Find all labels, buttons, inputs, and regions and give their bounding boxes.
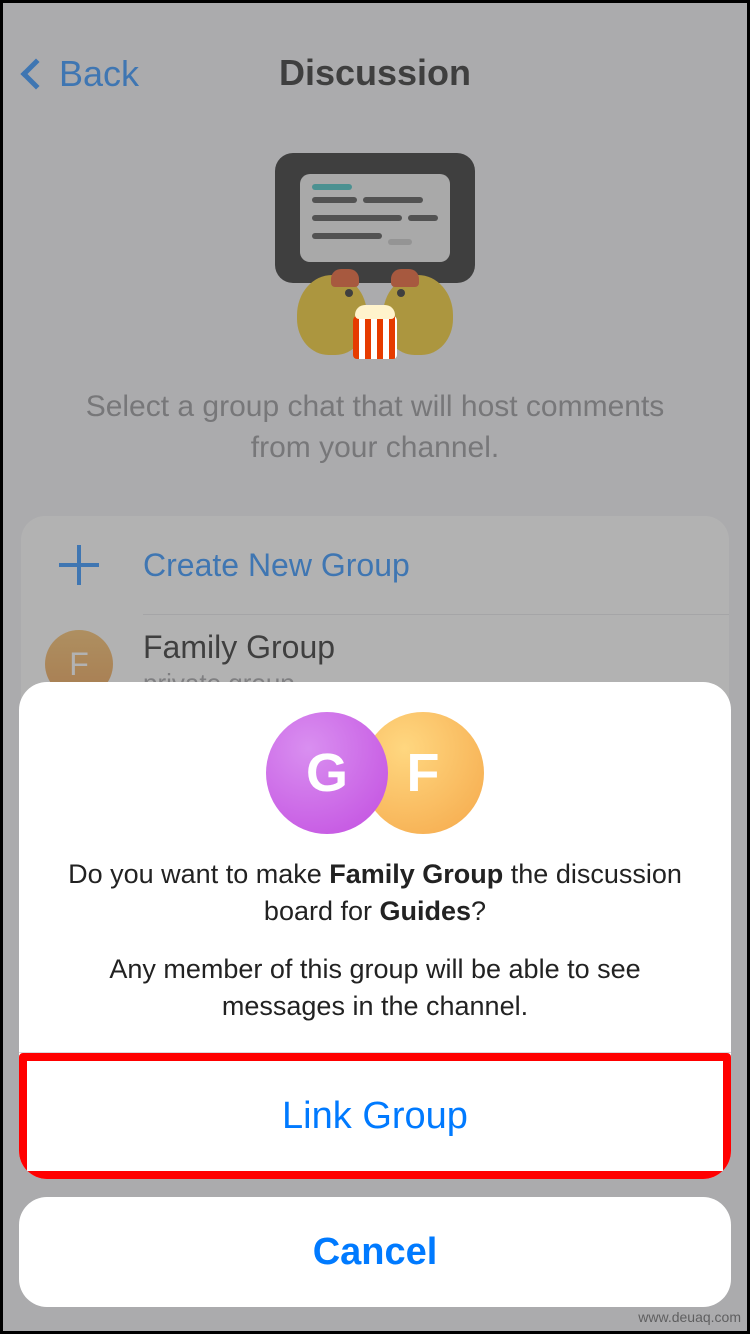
popcorn-icon: [353, 315, 397, 359]
sheet-card: G F Do you want to make Family Group the…: [19, 682, 731, 1179]
action-sheet: G F Do you want to make Family Group the…: [19, 682, 731, 1307]
cancel-button[interactable]: Cancel: [19, 1197, 731, 1307]
sheet-subtext: Any member of this group will be able to…: [49, 951, 701, 1024]
avatar-pair: G F: [49, 712, 701, 834]
sheet-message: Do you want to make Family Group the dis…: [49, 856, 701, 929]
watermark: www.deuaq.com: [638, 1309, 741, 1325]
highlight-box: Link Group: [19, 1053, 731, 1179]
link-group-button[interactable]: Link Group: [27, 1061, 723, 1171]
channel-avatar: G: [266, 712, 388, 834]
